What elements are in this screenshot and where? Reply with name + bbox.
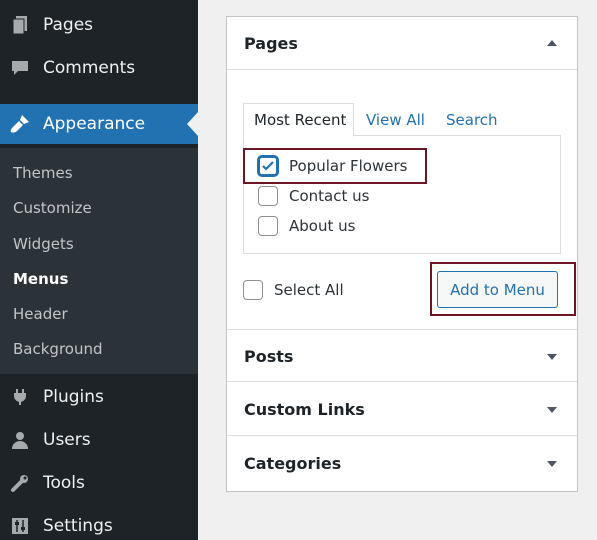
admin-sidebar: Pages Comments Appearance Themes Customi… [0,0,198,540]
collapse-arrow-icon[interactable] [547,40,557,46]
submenu-widgets[interactable]: Widgets [13,235,74,253]
menu-label: Appearance [43,114,146,134]
highlight-box [243,148,427,184]
submenu-menus[interactable]: Menus [13,270,68,288]
tab-view-all[interactable]: View All [366,103,425,136]
expand-arrow-icon[interactable] [547,354,557,360]
categories-section-header[interactable]: Categories [227,437,577,490]
expand-arrow-icon[interactable] [547,407,557,413]
settings-icon [9,515,31,537]
menu-item-plugins[interactable]: Plugins [0,377,198,417]
submenu-background[interactable]: Background [13,340,103,358]
comments-icon [9,57,31,79]
tab-search[interactable]: Search [446,103,498,136]
menu-item-settings[interactable]: Settings [0,506,198,540]
section-title: Categories [244,454,342,473]
submenu-themes[interactable]: Themes [13,164,73,182]
submenu-header[interactable]: Header [13,305,68,323]
custom-links-section-header[interactable]: Custom Links [227,383,577,436]
appearance-submenu: Themes Customize Widgets Menus Header Ba… [0,148,198,374]
appearance-icon [9,113,31,135]
page-item-about-us[interactable]: About us [258,216,355,236]
checkbox[interactable] [258,186,278,206]
menu-label: Settings [43,516,113,536]
menu-item-pages[interactable]: Pages [0,5,198,45]
menu-item-appearance[interactable]: Appearance [0,104,198,144]
pages-section-header[interactable]: Pages [227,17,577,70]
submenu-customize[interactable]: Customize [13,199,92,217]
menu-item-tools[interactable]: Tools [0,463,198,503]
section-title: Custom Links [244,400,365,419]
pages-icon [9,14,31,36]
menu-items-panel: Pages Most Recent View All Search Popula… [226,16,578,492]
menu-item-users[interactable]: Users [0,420,198,460]
menu-item-comments[interactable]: Comments [0,48,198,88]
select-all-row[interactable]: Select All [243,280,344,300]
checkbox[interactable] [258,216,278,236]
highlight-box [430,262,576,316]
page-item-label: Contact us [289,187,370,205]
section-title: Pages [244,34,298,53]
select-all-label: Select All [274,281,344,299]
users-icon [9,429,31,451]
page-item-contact-us[interactable]: Contact us [258,186,369,206]
plugins-icon [9,386,31,408]
menu-label: Comments [43,58,136,78]
menu-label: Users [43,430,91,450]
menu-label: Plugins [43,387,104,407]
select-all-checkbox[interactable] [243,280,263,300]
posts-section-header[interactable]: Posts [227,329,577,382]
tools-icon [9,472,31,494]
menu-label: Tools [43,473,85,493]
section-title: Posts [244,347,294,366]
tab-most-recent[interactable]: Most Recent [243,103,354,137]
expand-arrow-icon[interactable] [547,461,557,467]
menu-label: Pages [43,15,94,35]
active-indicator [187,112,198,136]
page-item-label: About us [289,217,356,235]
